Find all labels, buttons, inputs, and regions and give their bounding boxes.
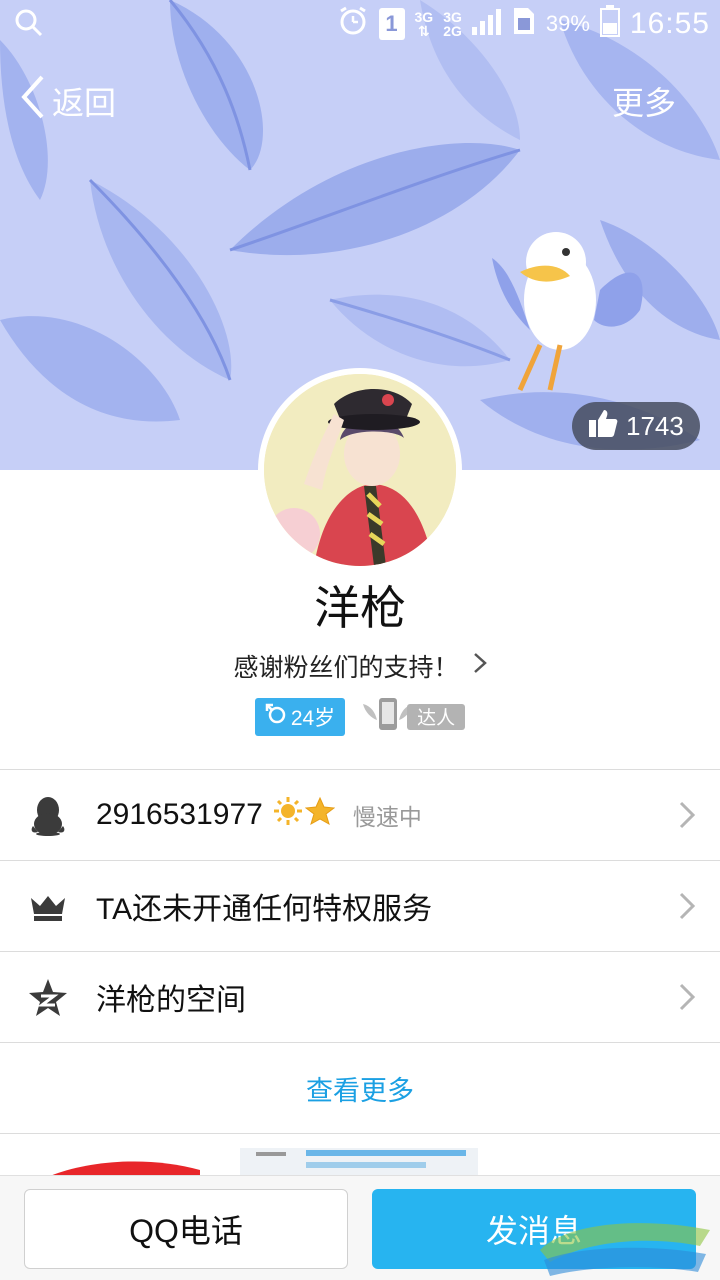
daren-label: 达人 <box>407 703 466 730</box>
avatar-image <box>264 374 456 566</box>
network-low-label: 2G <box>443 23 462 39</box>
qzone-row[interactable]: 洋枪的空间 <box>0 952 720 1043</box>
like-count: 1743 <box>626 410 684 441</box>
network-top-label: 3G <box>414 9 434 25</box>
thumbs-up-icon <box>588 408 618 445</box>
network-type-indicator: 3G ⇅ <box>414 9 434 39</box>
chevron-right-icon <box>678 982 696 1017</box>
sun-level-icon <box>273 796 303 834</box>
site-watermark-logo <box>530 1210 720 1280</box>
sim-slot-badge: 1 <box>378 8 405 40</box>
qzone-text: 洋枪的空间 <box>96 984 246 1017</box>
signal-bars-icon <box>471 7 502 41</box>
age-gender-badge: 24岁 <box>254 697 346 736</box>
like-button[interactable]: 1743 <box>572 402 700 450</box>
more-button[interactable]: 更多 <box>612 78 676 124</box>
signature-link[interactable]: 感谢粉丝们的支持！ <box>0 648 720 684</box>
search-icon <box>14 8 44 43</box>
penguin-icon <box>26 794 70 838</box>
chevron-left-icon <box>20 75 46 127</box>
sim-card-icon <box>512 6 536 42</box>
avatar[interactable] <box>258 368 462 572</box>
age-label: 24岁 <box>290 706 336 730</box>
privilege-row[interactable]: TA还未开通任何特权服务 <box>0 861 720 952</box>
network-type-secondary: 3G 2G <box>443 10 462 38</box>
male-gender-icon <box>265 703 287 731</box>
mobile-daren-badge[interactable]: 达人 <box>361 694 466 739</box>
qq-number: 2916531977 <box>96 798 263 831</box>
crown-icon <box>26 885 70 929</box>
chevron-right-icon <box>678 800 696 835</box>
qzone-star-icon <box>26 976 70 1020</box>
back-button[interactable]: 返回 <box>20 75 117 127</box>
battery-icon <box>599 5 620 43</box>
signature-text: 感谢粉丝们的支持！ <box>233 654 459 682</box>
view-more-link[interactable]: 查看更多 <box>0 1043 720 1134</box>
qq-number-content: 2916531977 慢速中 <box>96 796 422 834</box>
profile-badges: 24岁 达人 <box>0 694 720 739</box>
alarm-icon <box>337 5 369 43</box>
qq-call-button[interactable]: QQ电话 <box>24 1189 348 1269</box>
battery-percent: 39% <box>545 11 590 36</box>
profile-name: 洋枪 <box>314 582 406 634</box>
chevron-right-icon <box>473 652 487 681</box>
clock-time: 16:55 <box>629 7 710 40</box>
qq-number-row[interactable]: 2916531977 慢速中 <box>0 770 720 861</box>
back-label: 返回 <box>52 85 117 121</box>
chevron-right-icon <box>678 891 696 926</box>
star-level-icon <box>304 796 336 834</box>
privilege-text: TA还未开通任何特权服务 <box>96 893 433 926</box>
status-bar: 1 3G ⇅ 3G 2G 39% 16:55 <box>0 0 720 48</box>
next-section-preview <box>0 1136 720 1180</box>
profile-info-list: 2916531977 慢速中 TA还未开通任何特权服务 洋枪的空间 查看更多 <box>0 769 720 1134</box>
qq-status: 慢速中 <box>352 804 422 830</box>
